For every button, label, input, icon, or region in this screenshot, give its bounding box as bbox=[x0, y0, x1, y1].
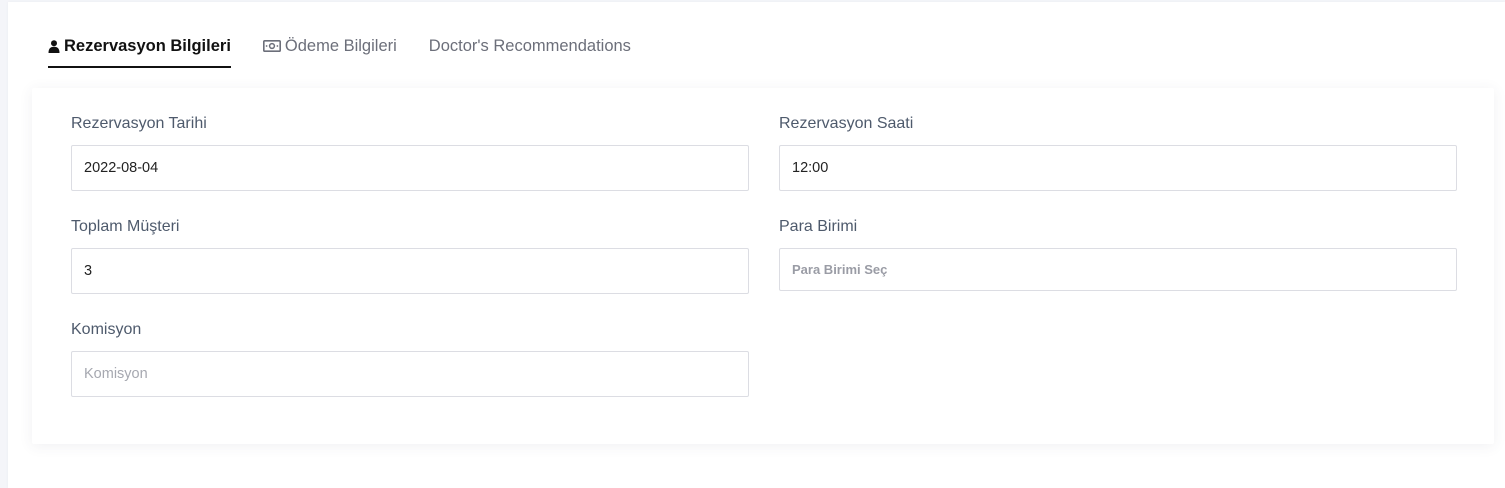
total-customers-label: Toplam Müşteri bbox=[71, 218, 180, 235]
reservation-date-input[interactable] bbox=[71, 145, 749, 191]
tab-doctors-recommendations[interactable]: Doctor's Recommendations bbox=[429, 26, 631, 66]
reservation-form: Rezervasyon Tarihi Rezervasyon Saati Top… bbox=[32, 88, 1494, 444]
commission-input[interactable] bbox=[71, 351, 749, 397]
currency-field: Para Birimi Para Birimi Seç bbox=[779, 217, 1457, 291]
reservation-time-label: Rezervasyon Saati bbox=[779, 115, 914, 132]
tab-reservation-info[interactable]: Rezervasyon Bilgileri bbox=[48, 26, 231, 68]
reservation-time-input[interactable] bbox=[779, 145, 1457, 191]
commission-field: Komisyon bbox=[71, 320, 749, 397]
tab-doctors-recommendations-label: Doctor's Recommendations bbox=[428, 36, 631, 55]
tab-payment-info-label: Ödeme Bilgileri bbox=[284, 36, 397, 55]
currency-select-placeholder: Para Birimi Seç bbox=[792, 262, 888, 277]
reservation-time-field: Rezervasyon Saati bbox=[779, 114, 1457, 191]
reservation-date-label: Rezervasyon Tarihi bbox=[71, 115, 207, 132]
currency-select[interactable]: Para Birimi Seç bbox=[779, 248, 1457, 291]
currency-label: Para Birimi bbox=[779, 218, 858, 235]
tab-bar: Rezervasyon Bilgileri Ödeme Bilgileri Do… bbox=[48, 26, 663, 68]
commission-label: Komisyon bbox=[71, 321, 142, 338]
tab-reservation-info-label: Rezervasyon Bilgileri bbox=[64, 36, 231, 55]
total-customers-input[interactable] bbox=[71, 248, 749, 294]
reservation-date-field: Rezervasyon Tarihi bbox=[71, 114, 749, 191]
money-bill-icon bbox=[262, 40, 281, 52]
page-container: Rezervasyon Bilgileri Ödeme Bilgileri Do… bbox=[8, 2, 1505, 488]
tab-payment-info[interactable]: Ödeme Bilgileri bbox=[262, 26, 397, 66]
user-icon bbox=[48, 39, 60, 53]
total-customers-field: Toplam Müşteri bbox=[71, 217, 749, 294]
